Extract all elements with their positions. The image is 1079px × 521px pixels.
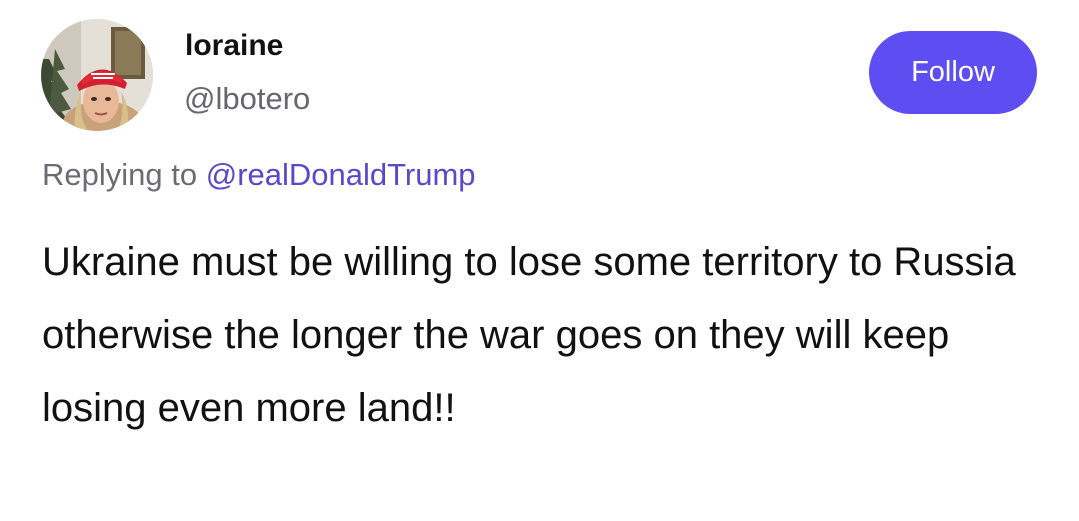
author-avatar[interactable]	[41, 19, 153, 131]
post-body-text: Ukraine must be willing to lose some ter…	[42, 240, 1016, 430]
author-display-name[interactable]: loraine	[185, 28, 283, 64]
author-handle[interactable]: @lbotero	[184, 80, 310, 118]
post-card: loraine @lbotero Follow Replying to @rea…	[0, 0, 1079, 521]
reply-context-prefix: Replying to	[42, 157, 206, 192]
reply-context: Replying to @realDonaldTrump	[42, 155, 476, 195]
follow-button[interactable]: Follow	[869, 31, 1037, 114]
reply-mention-link[interactable]: @realDonaldTrump	[206, 157, 476, 192]
avatar-image	[41, 19, 153, 131]
